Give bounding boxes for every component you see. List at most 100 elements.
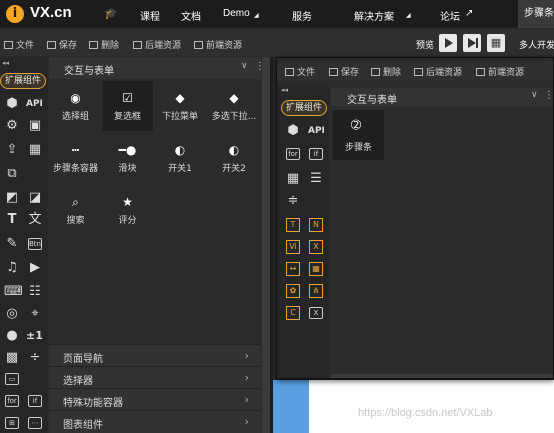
grid-template-icon[interactable]: ▦ [309,262,323,276]
for-loop-icon[interactable]: for [286,148,300,160]
cell-search[interactable]: ⌕ 搜索 [49,195,102,226]
nodes-template-icon[interactable]: ⋔ [309,284,323,298]
accordion-page-nav[interactable]: 页面导航 › [49,344,261,366]
link-icon[interactable]: ⊞ [5,417,19,429]
if-condition-icon[interactable]: if [28,395,42,407]
table-icon[interactable]: ☷ [27,285,43,299]
cell-steps-container[interactable]: ┅ 步骤条容器 [49,143,102,174]
browser-icon[interactable]: ◎ [4,307,20,321]
dots-icon[interactable]: ⋯ [28,417,42,429]
backend-resources-button[interactable]: 后端资源 [133,38,181,51]
cell-radio[interactable]: ◉ 选择组 [49,91,102,122]
nav-docs[interactable]: 文档 [181,8,201,23]
upload-icon[interactable]: ⇪ [4,143,20,157]
cube-icon[interactable]: ⬢ [285,124,301,138]
nav-forum[interactable]: 论坛 [440,8,460,23]
map-pin-icon[interactable]: ⌖ [27,307,43,321]
grid-icon [476,68,485,76]
layout-button[interactable]: ▦ [487,34,505,52]
save-button[interactable]: 保存 [47,38,77,51]
logo-icon[interactable]: i [6,5,24,23]
graduation-cap-icon[interactable]: 🎓 [104,7,118,20]
excel-icon[interactable]: X [309,307,323,319]
file-button[interactable]: 文件 [285,65,315,78]
frontend-resources-button[interactable]: 前端资源 [476,65,524,78]
chart-icon[interactable]: ◩ [4,191,20,205]
frontend-resources-button[interactable]: 前端资源 [194,38,242,51]
accordion-selector[interactable]: 选择器 › [49,366,261,388]
chevron-down-icon[interactable]: ∨ [531,90,538,100]
nav-courses[interactable]: 课程 [140,8,160,23]
inbox-icon[interactable]: ▣ [27,119,43,133]
tree-icon[interactable]: ☰ [308,172,324,186]
collapse-icon[interactable]: ◂◂ [2,59,9,67]
copy-icon[interactable]: ⧉ [4,167,20,181]
edit-icon[interactable]: ✎ [4,237,20,251]
badge-icon[interactable]: ● [4,329,20,343]
collapse-icon[interactable]: ◂◂ [281,86,288,94]
resize-template-icon[interactable]: ↔ [286,262,300,276]
flower-template-icon[interactable]: ✿ [286,284,300,298]
external-link-icon: ↗ [465,8,474,19]
collab-button[interactable]: 多人开发 [519,38,554,51]
line-icon[interactable]: ▭ [5,373,19,385]
qrcode-icon[interactable]: ▩ [4,351,20,365]
accordion-special-containers[interactable]: 特殊功能容器 › [49,388,261,410]
close-template-icon[interactable]: X [309,240,323,254]
cube-icon[interactable]: ⬢ [4,97,20,111]
extension-tag[interactable]: 扩展组件 [0,73,46,89]
table-icon[interactable]: ▦ [285,172,301,186]
variable-template-icon[interactable]: Vi [286,240,300,254]
cell-checkbox[interactable]: ☑ 复选框 [102,91,153,122]
video-icon[interactable]: ▶ [27,261,43,275]
api-label[interactable]: API [26,99,43,109]
left-rail: ◂◂ 扩展组件 ⬢ API ⚙ ▣ ⇪ ▦ ⧉ ◩ ◪ T 文 ✎ Btn ♫ … [0,57,48,433]
cell-multi-dropdown[interactable]: ◆ 多选下拉... [207,91,261,122]
if-condition-icon[interactable]: if [309,148,323,160]
cell-dropdown[interactable]: ◆ 下拉菜单 [153,91,207,122]
cell-steps[interactable]: ➁ 步骤条 [333,110,384,160]
code-template-icon[interactable]: C [286,306,300,320]
text-template-icon[interactable]: T [286,218,300,232]
sliders-icon[interactable]: ≑ [285,194,301,208]
button-component-icon[interactable]: Btn [28,238,42,250]
delete-button[interactable]: 删除 [89,38,119,51]
extension-tag[interactable]: 扩展组件 [281,100,327,116]
logo-text[interactable]: VX.cn [30,4,72,21]
gear-icon[interactable]: ⚙ [4,119,20,133]
text-icon[interactable]: T [4,213,20,227]
translate-icon[interactable]: 文 [27,213,43,227]
tab-steps[interactable]: 步骤条 [518,0,554,28]
more-icon[interactable]: ⋮ [544,90,554,101]
file-button[interactable]: 文件 [4,38,34,51]
nav-solutions[interactable]: 解决方案 [354,8,394,23]
image-icon[interactable]: ◪ [27,191,43,205]
cell-slider[interactable]: ━● 滑块 [102,143,153,174]
play-step-button[interactable] [463,34,481,52]
cell-switch2[interactable]: ◐ 开关2 [207,143,261,174]
panel-header[interactable]: 交互与表单 ∨ ⋮ [49,57,265,79]
scrollbar[interactable] [262,57,270,433]
divide-icon[interactable]: ÷ [27,351,43,365]
counter-label[interactable]: ±1 [26,329,43,342]
trash-icon [371,68,380,76]
chevron-down-icon[interactable]: ∨ [241,61,248,71]
music-icon[interactable]: ♫ [4,261,20,275]
cell-switch1[interactable]: ◐ 开关1 [153,143,207,174]
save-button[interactable]: 保存 [329,65,359,78]
for-loop-icon[interactable]: for [5,395,19,407]
number-template-icon[interactable]: N [309,218,323,232]
play-button[interactable] [439,34,457,52]
backend-resources-button[interactable]: 后端资源 [414,65,462,78]
floating-panel-header[interactable]: 交互与表单 ∨ ⋮ [331,88,554,106]
accordion-charts[interactable]: 图表组件 › [49,410,261,433]
api-label[interactable]: API [308,126,325,136]
horizontal-scrollbar[interactable] [331,374,553,378]
nav-services[interactable]: 服务 [292,8,312,23]
keyboard-icon[interactable]: ⌨ [4,285,23,299]
delete-button[interactable]: 删除 [371,65,401,78]
calendar-icon[interactable]: ▦ [27,143,43,157]
cell-rating[interactable]: ★ 评分 [102,195,153,226]
nav-demo[interactable]: Demo [223,8,250,19]
switch-icon: ◐ [174,143,186,157]
